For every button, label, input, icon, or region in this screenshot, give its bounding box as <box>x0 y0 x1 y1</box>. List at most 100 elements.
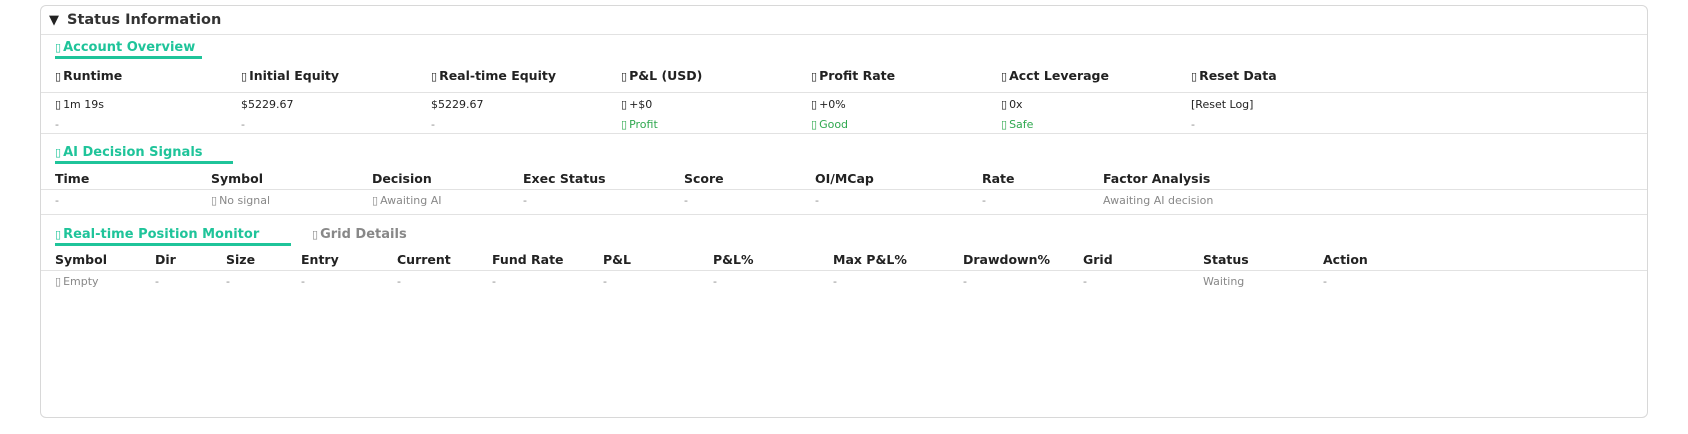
initial-equity-status: - <box>241 118 245 131</box>
header-decision: Decision <box>372 171 432 186</box>
money-icon: ▯ <box>241 70 248 83</box>
pnl-status: ▯ Profit <box>621 118 658 131</box>
divider <box>41 92 1647 93</box>
header-max-pnl-pct: Max P&L% <box>833 252 907 267</box>
runtime-status: - <box>55 118 59 131</box>
signal-oi-mcap: - <box>815 194 819 207</box>
triangle-down-icon[interactable]: ▼ <box>49 13 59 28</box>
header-entry: Entry <box>301 252 339 267</box>
trend-icon: ▯ <box>811 70 818 83</box>
ai-decision-signals-title[interactable]: ▯ AI Decision Signals <box>55 145 203 160</box>
header-grid: Grid <box>1083 252 1113 267</box>
position-pnl-pct: - <box>713 275 717 288</box>
header-current: Current <box>397 252 451 267</box>
position-action: - <box>1323 275 1327 288</box>
clock-icon: ▯ <box>55 70 62 83</box>
panel-header[interactable]: ▼ Status Information <box>41 6 1647 35</box>
section-divider <box>41 133 1647 134</box>
header-time: Time <box>55 171 90 186</box>
header-realtime-equity: ▯ Real-time Equity <box>431 68 556 83</box>
header-size: Size <box>226 252 256 267</box>
status-icon: ▯ <box>811 118 818 131</box>
header-pnl-usd: ▯ P&L (USD) <box>621 68 703 83</box>
position-drawdown-pct: - <box>963 275 967 288</box>
status-icon: ▯ <box>1001 118 1008 131</box>
runtime-value: ▯ 1m 19s <box>55 98 105 111</box>
signal-decision: ▯ Awaiting AI <box>372 194 442 207</box>
position-symbol: ▯ Empty <box>55 275 99 288</box>
hourglass-icon: ▯ <box>372 194 379 207</box>
profit-rate-value: ▯ +0% <box>811 98 846 111</box>
initial-equity-value: $5229.67 <box>241 98 294 111</box>
reset-log-link[interactable]: [Reset Log] <box>1191 98 1253 111</box>
leverage-status: ▯ Safe <box>1001 118 1034 131</box>
header-score: Score <box>684 171 724 186</box>
position-pnl: - <box>603 275 607 288</box>
trend-icon: ▯ <box>811 98 818 111</box>
header-pnl: P&L <box>603 252 632 267</box>
position-entry: - <box>301 275 305 288</box>
account-overview-title[interactable]: ▯ Account Overview <box>55 40 195 55</box>
tab-realtime-position-monitor[interactable]: ▯ Real-time Position Monitor <box>55 227 259 242</box>
leverage-icon: ▯ <box>1001 70 1008 83</box>
reset-status: - <box>1191 118 1195 131</box>
reset-icon: ▯ <box>1191 70 1198 83</box>
header-reset-data: ▯ Reset Data <box>1191 68 1277 83</box>
header-pnl-pct: P&L% <box>713 252 754 267</box>
monitor-icon: ▯ <box>55 228 62 241</box>
realtime-equity-status: - <box>431 118 435 131</box>
chart-icon: ▯ <box>55 41 62 54</box>
header-rate: Rate <box>982 171 1015 186</box>
realtime-equity-value: $5229.67 <box>431 98 484 111</box>
header-profit-rate: ▯ Profit Rate <box>811 68 896 83</box>
account-overview-underline <box>55 56 202 59</box>
ai-decision-signals-underline <box>55 161 233 164</box>
position-dir: - <box>155 275 159 288</box>
grid-icon: ▯ <box>312 228 319 241</box>
signal-symbol: ▯ No signal <box>211 194 271 207</box>
position-status: Waiting <box>1203 275 1245 288</box>
header-drawdown-pct: Drawdown% <box>963 252 1051 267</box>
signal-factor-analysis: Awaiting AI decision <box>1103 194 1214 207</box>
money-icon: ▯ <box>431 70 438 83</box>
header-symbol: Symbol <box>55 252 107 267</box>
header-status: Status <box>1203 252 1249 267</box>
section-divider <box>41 214 1647 215</box>
signal-rate: - <box>982 194 986 207</box>
signal-exec-status: - <box>523 194 527 207</box>
header-initial-equity: ▯ Initial Equity <box>241 68 340 83</box>
position-size: - <box>226 275 230 288</box>
robot-icon: ▯ <box>55 146 62 159</box>
status-icon: ▯ <box>621 118 628 131</box>
divider <box>41 189 1647 190</box>
pnl-value: ▯ +$0 <box>621 98 653 111</box>
header-dir: Dir <box>155 252 176 267</box>
header-acct-leverage: ▯ Acct Leverage <box>1001 68 1109 83</box>
divider <box>41 270 1647 271</box>
header-fund-rate: Fund Rate <box>492 252 564 267</box>
status-information-panel: ▼ Status Information ▯ Account Overview ▯… <box>40 5 1648 418</box>
position-grid: - <box>1083 275 1087 288</box>
header-runtime: ▯ Runtime <box>55 68 123 83</box>
leverage-value: ▯ 0x <box>1001 98 1023 111</box>
empty-icon: ▯ <box>55 275 62 288</box>
clock-icon: ▯ <box>55 98 62 111</box>
tab-grid-details[interactable]: ▯ Grid Details <box>312 227 407 242</box>
pnl-icon: ▯ <box>621 98 628 111</box>
header-symbol: Symbol <box>211 171 263 186</box>
header-factor-analysis: Factor Analysis <box>1103 171 1211 186</box>
leverage-icon: ▯ <box>1001 98 1008 111</box>
panel-title: Status Information <box>67 12 222 28</box>
profit-rate-status: ▯ Good <box>811 118 849 131</box>
status-icon: ▯ <box>211 194 218 207</box>
header-action: Action <box>1323 252 1368 267</box>
signal-time: - <box>55 194 59 207</box>
header-exec-status: Exec Status <box>523 171 606 186</box>
signal-score: - <box>684 194 688 207</box>
header-oi-mcap: OI/MCap <box>815 171 874 186</box>
position-current: - <box>397 275 401 288</box>
position-fund-rate: - <box>492 275 496 288</box>
pnl-icon: ▯ <box>621 70 628 83</box>
tab-active-underline <box>55 243 291 246</box>
position-max-pnl-pct: - <box>833 275 837 288</box>
